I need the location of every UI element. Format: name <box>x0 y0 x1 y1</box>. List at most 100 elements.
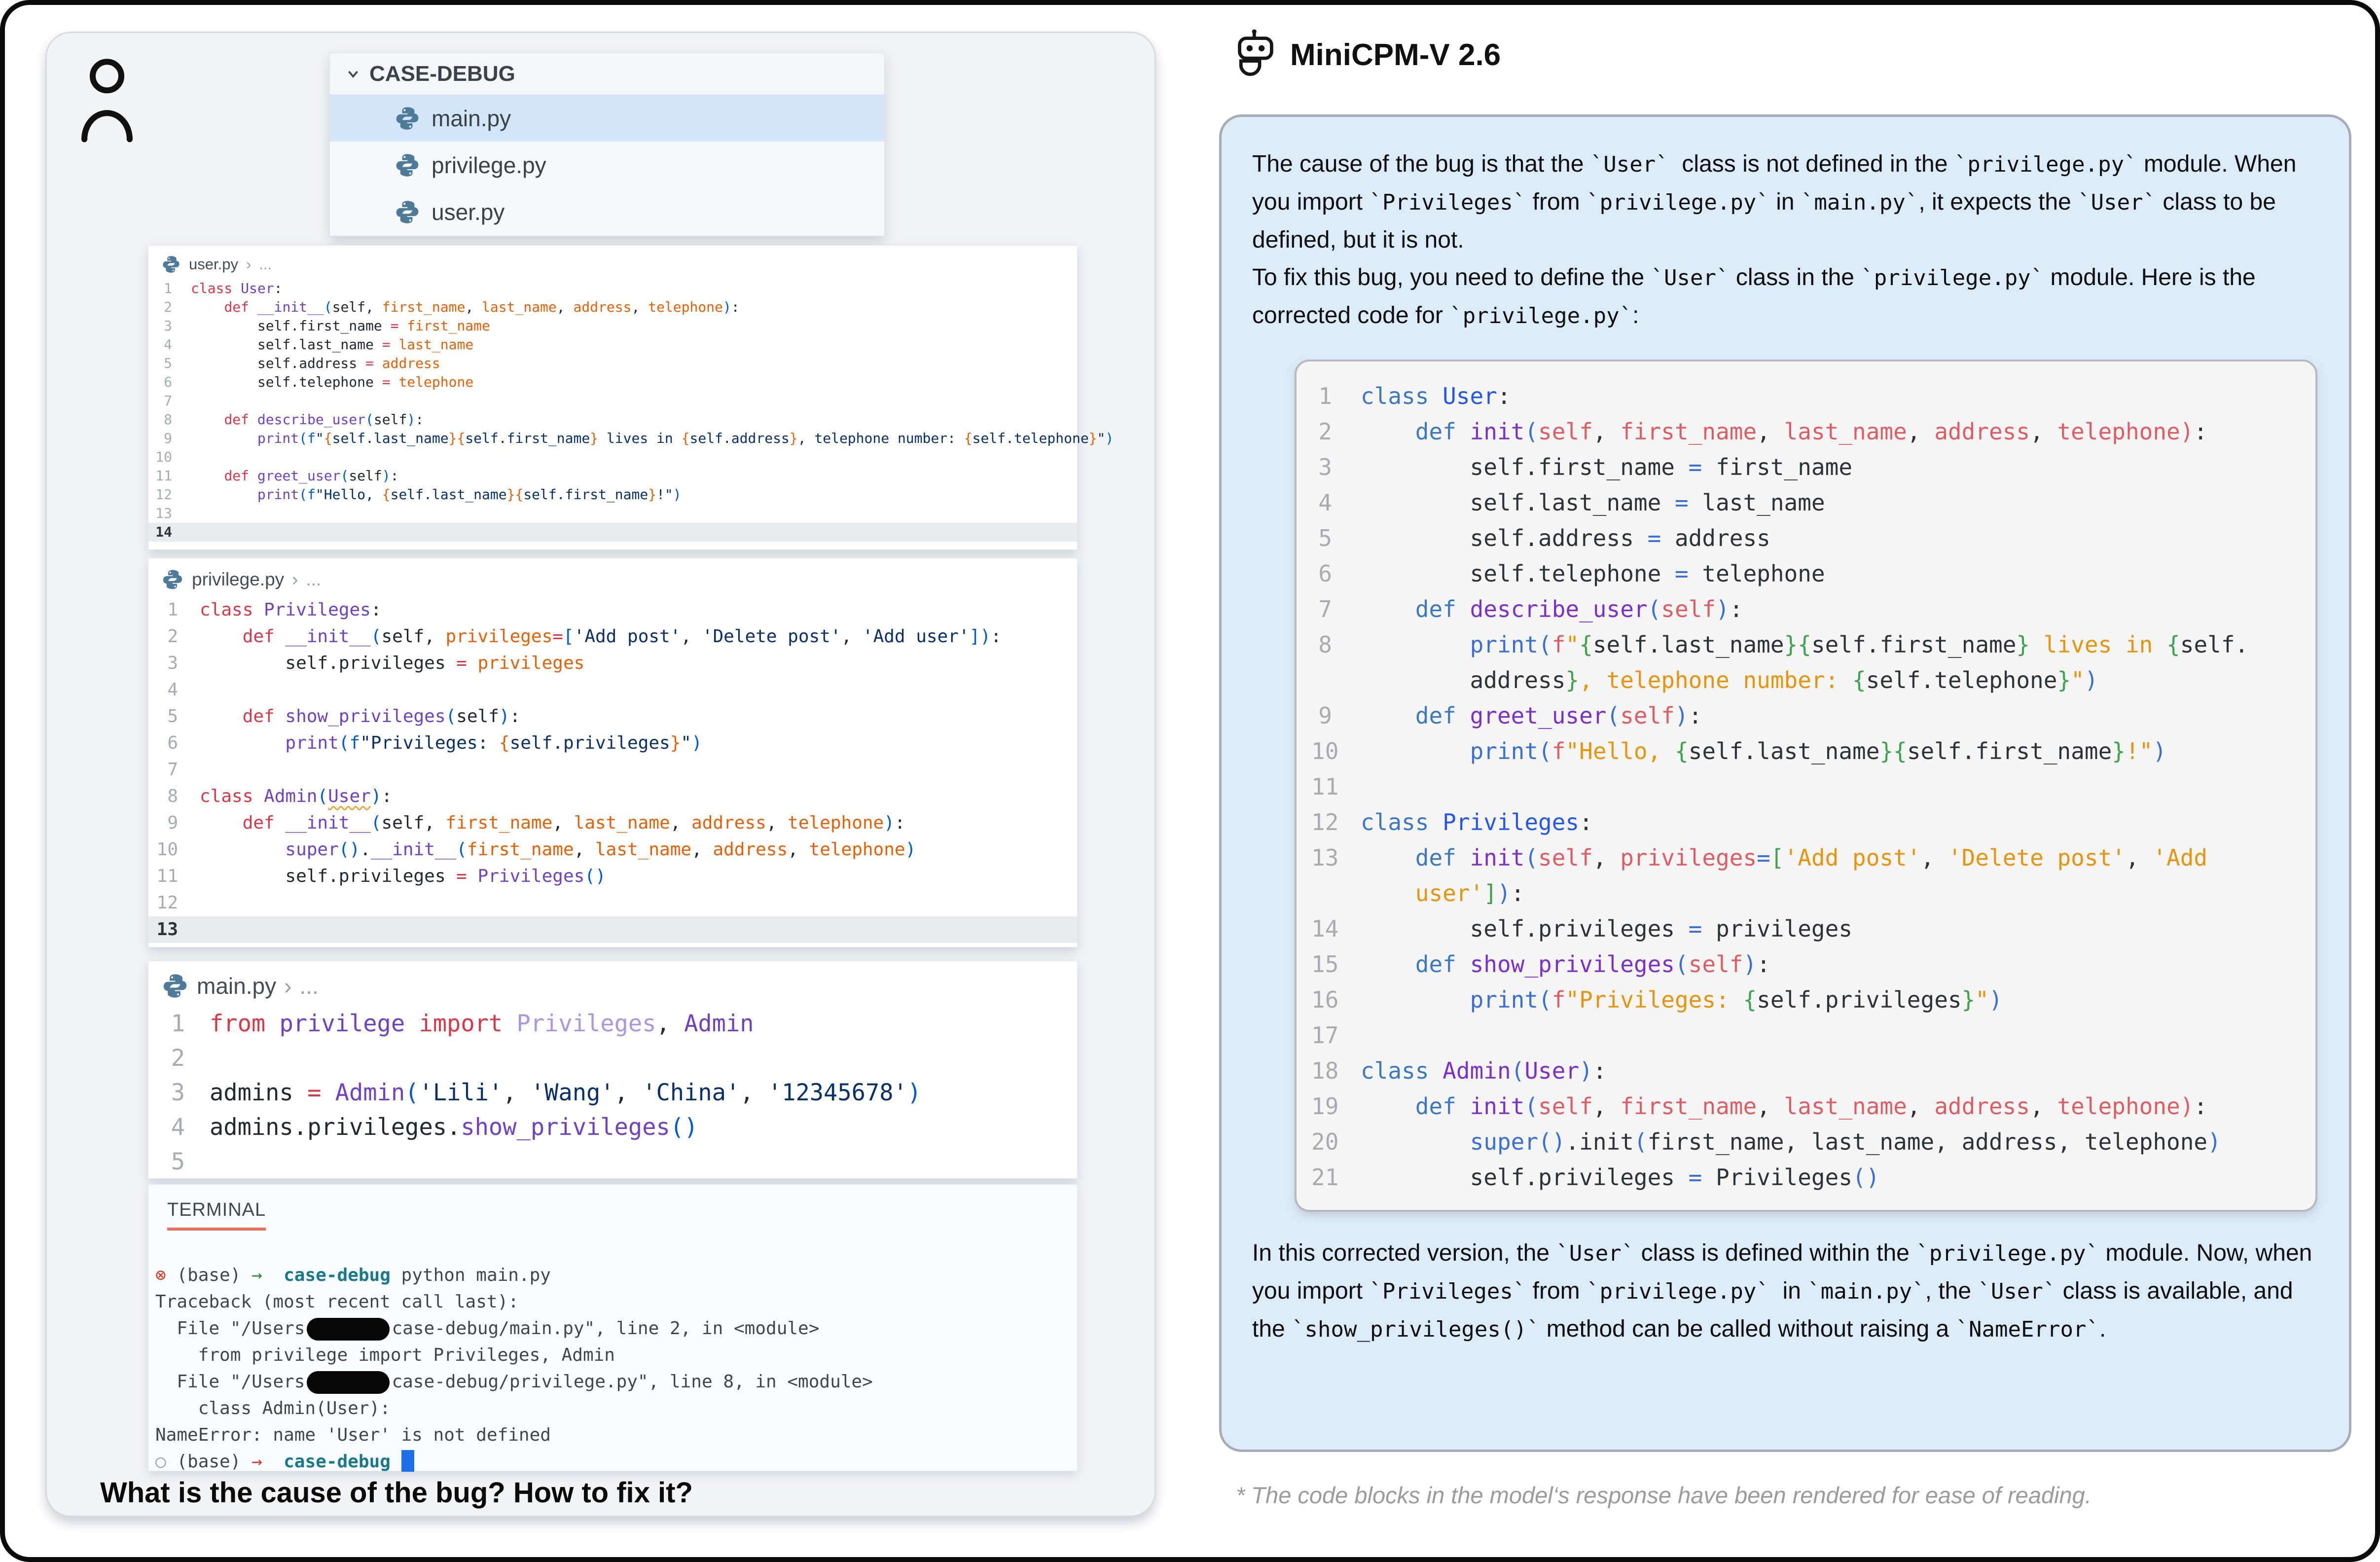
token: = <box>456 866 467 886</box>
token: (base) <box>166 1452 252 1472</box>
token <box>191 411 224 428</box>
token: describe_user <box>1470 596 1648 622</box>
editor-main-py[interactable]: main.py › ... 1from privilege import Pri… <box>148 961 1078 1179</box>
code-line: 9 print(f"{self.last_name}{self.first_na… <box>148 429 1077 448</box>
code-area[interactable]: 1class User:2 def __init__(self, first_n… <box>148 279 1077 542</box>
token: ( <box>1524 1093 1538 1120</box>
code-area[interactable]: 1class Privileges:2 def __init__(self, p… <box>148 597 1077 943</box>
line-content: self.telephone = telephone <box>1361 556 1825 591</box>
file-item-main-py[interactable]: main.py <box>330 95 884 142</box>
token: class <box>200 786 264 806</box>
line-number: 13 <box>148 916 200 943</box>
token: Admin <box>684 1010 754 1037</box>
line-number: 10 <box>1311 733 1361 769</box>
file-item-privilege-py[interactable]: privilege.py <box>330 142 884 188</box>
code-line: 5 def show_privileges(self): <box>148 703 1077 730</box>
file-item-user-py[interactable]: user.py <box>330 188 884 235</box>
token: , telephone number: <box>798 430 964 446</box>
token: self. <box>2180 631 2248 658</box>
code-line: 6 self.telephone = telephone <box>1311 556 2299 591</box>
line-content: def show_privileges(self): <box>200 703 520 730</box>
token: , <box>2126 844 2153 871</box>
token: from privilege import Privileges, Admin <box>155 1345 615 1365</box>
token <box>191 430 257 446</box>
token: address <box>382 355 440 371</box>
token: () <box>339 839 360 860</box>
token: ) <box>1716 596 1730 622</box>
token: } <box>1962 986 1976 1013</box>
breadcrumb-ellipsis: ... <box>306 569 321 590</box>
token <box>262 1452 284 1472</box>
code-line: 16 print(f"Privileges: {self.privileges}… <box>1311 982 2299 1017</box>
line-number: 3 <box>148 1076 210 1110</box>
token: f <box>1552 986 1566 1013</box>
token: : <box>391 468 399 484</box>
token: case-debug <box>284 1452 391 1472</box>
token: ( <box>1634 1128 1648 1155</box>
line-content: def __init__(self, first_name, last_name… <box>200 810 905 836</box>
token <box>200 813 243 833</box>
token: : <box>1632 302 1639 328</box>
line-number: 9 <box>1311 698 1361 733</box>
line-number: 1 <box>148 1007 210 1041</box>
line-number: 7 <box>148 757 200 783</box>
line-number <box>1311 662 1361 698</box>
line-number: 17 <box>1311 1017 1361 1053</box>
editor-privilege-py[interactable]: privilege.py › ... 1class Privileges:2 d… <box>148 558 1078 947</box>
line-number: 4 <box>148 677 200 703</box>
terminal-line: File "/Userscase-debug/privilege.py", li… <box>155 1369 1077 1395</box>
token: } <box>1879 738 1893 764</box>
token: self.last_name <box>332 430 449 446</box>
token: , <box>691 839 713 860</box>
line-number: 21 <box>1311 1160 1361 1195</box>
line-content: def init(self, first_name, last_name, ad… <box>1361 1089 2207 1124</box>
token: { <box>499 733 510 753</box>
token: `Privileges` <box>1369 1279 1526 1304</box>
terminal-panel[interactable]: TERMINAL ⊗ (base) → case-debug python ma… <box>148 1184 1078 1471</box>
line-number: 13 <box>148 504 191 523</box>
token <box>307 1371 390 1394</box>
token: = <box>382 374 391 390</box>
token: telephone <box>398 374 473 390</box>
token: { <box>964 430 973 446</box>
token: 'Delete post' <box>702 626 841 647</box>
token: method can be called without raising a <box>1540 1316 1955 1342</box>
token: show_privileges <box>285 706 445 727</box>
token: Traceback (most recent call last): <box>155 1292 519 1312</box>
token: User <box>1524 1057 1579 1084</box>
code-line: 2 def init(self, first_name, last_name, … <box>1311 414 2299 449</box>
token: self.privileges <box>1361 915 1689 942</box>
line-content: super().init(first_name, last_name, addr… <box>1361 1124 2221 1160</box>
token: ) <box>1579 1057 1593 1084</box>
token <box>1361 1128 1470 1155</box>
token: ⊗ <box>155 1265 166 1285</box>
editor-user-py[interactable]: user.py › ... 1class User:2 def __init__… <box>148 245 1078 550</box>
token <box>1361 631 1470 658</box>
file-item-label: main.py <box>432 105 511 132</box>
token: from <box>1526 189 1587 215</box>
token: def <box>243 626 286 647</box>
line-number: 1 <box>148 597 200 623</box>
token: address <box>1934 418 2030 445</box>
token: ) <box>1497 880 1511 907</box>
token: Admin <box>1442 1057 1511 1084</box>
token: show_privileges <box>1470 951 1675 978</box>
token: Privileges <box>1702 1164 1852 1191</box>
token: telephone <box>788 813 884 833</box>
token: self.last_name <box>1689 738 1880 764</box>
token: , <box>1593 1093 1620 1120</box>
token: , <box>1907 418 1934 445</box>
code-area[interactable]: 1from privilege import Privileges, Admin… <box>148 1007 1077 1179</box>
token: show_privileges <box>461 1114 670 1141</box>
token: greet_user <box>257 468 341 484</box>
token: first_name <box>382 299 466 315</box>
token: : <box>2194 1093 2207 1120</box>
explorer-root[interactable]: CASE-DEBUG <box>330 53 884 95</box>
token: ) <box>2207 1128 2221 1155</box>
editor-filename: main.py <box>197 973 276 999</box>
token: `User` <box>1556 1241 1634 1266</box>
line-number: 2 <box>1311 414 1361 449</box>
terminal-output[interactable]: ⊗ (base) → case-debug python main.pyTrac… <box>148 1262 1077 1475</box>
token: self.privileges <box>1757 986 1961 1013</box>
line-content: self.telephone = telephone <box>191 373 473 392</box>
